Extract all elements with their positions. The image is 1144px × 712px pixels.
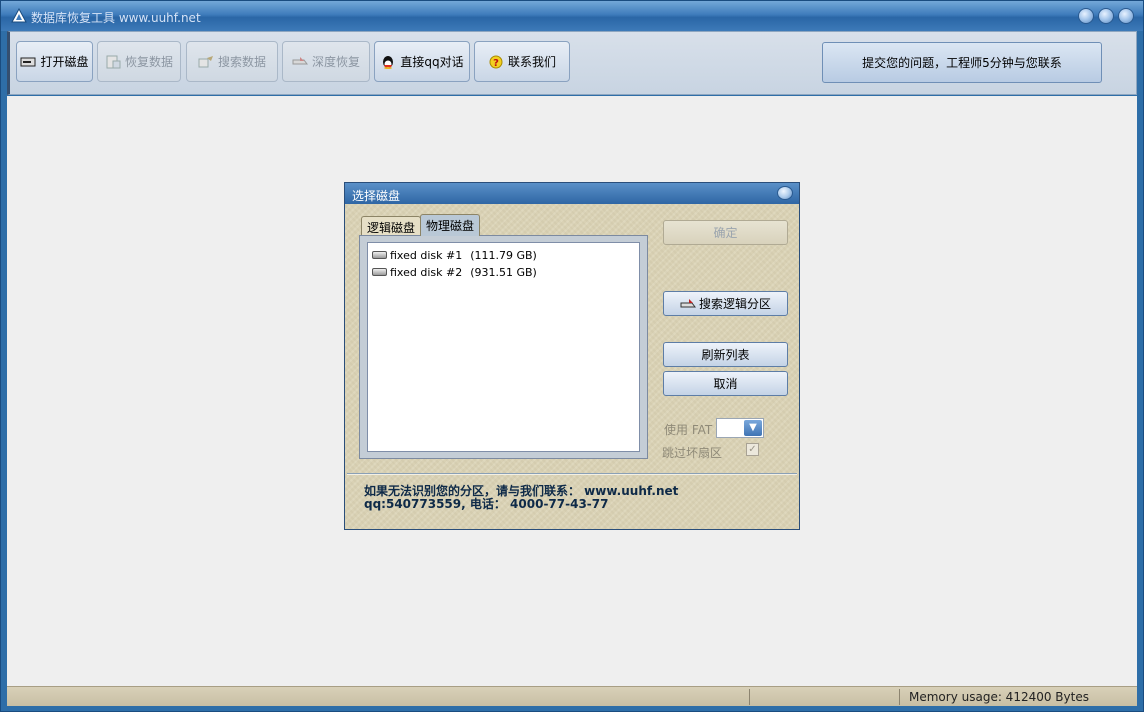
use-fat-label: 使用 FAT [664,423,713,437]
disk-icon [20,57,36,66]
open-disk-button[interactable]: 打开磁盘 [16,41,93,82]
search-data-icon [198,55,213,67]
search-partition-button[interactable]: 搜索逻辑分区 [663,291,788,316]
dialog-title: 选择磁盘 [352,189,401,203]
refresh-list-button[interactable]: 刷新列表 [663,342,788,367]
disk-size: (111.79 GB) [470,248,537,262]
qq-chat-label: 直接qq对话 [400,55,464,69]
list-item-disk-1[interactable]: fixed disk #1 (111.79 GB) [372,247,537,263]
disk-name: fixed disk #2 [390,265,463,279]
chevron-down-icon[interactable]: ▼ [744,420,762,436]
search-partition-icon [680,298,696,307]
help-icon: ? [489,55,503,69]
deep-restore-label: 深度恢复 [311,55,360,69]
window-title: 数据库恢复工具 www.uuhf.net [31,11,201,25]
cancel-label: 取消 [713,377,738,391]
disk-list[interactable]: fixed disk #1 (111.79 GB) fixed disk #2 … [367,242,640,452]
skip-bad-sectors-checkbox[interactable]: ✓ [746,443,759,456]
search-data-label: 搜索数据 [217,55,266,69]
ok-button[interactable]: 确定 [663,220,788,245]
search-data-button[interactable]: 搜索数据 [186,41,278,82]
fat-select[interactable]: ▼ [716,418,764,438]
status-separator [749,689,750,705]
deep-restore-icon [292,56,308,64]
hard-disk-icon [372,251,387,259]
tab-logical-disk[interactable]: 逻辑磁盘 [361,216,422,236]
restore-data-button[interactable]: 恢复数据 [97,41,181,82]
contact-us-label: 联系我们 [507,55,556,69]
title-bar[interactable]: 数据库恢复工具 www.uuhf.net [1,1,1143,31]
hard-disk-icon [372,268,387,276]
maximize-button[interactable] [1098,8,1114,24]
deep-restore-button[interactable]: 深度恢复 [282,41,370,82]
ok-label: 确定 [713,226,738,240]
svg-text:?: ? [493,58,499,69]
submit-question-button[interactable]: 提交您的问题，工程师5分钟与您联系 [822,42,1102,83]
refresh-list-label: 刷新列表 [701,348,750,362]
app-logo-icon [11,8,27,23]
search-partition-label: 搜索逻辑分区 [698,297,771,311]
skip-bad-sectors-label: 跳过坏扇区 [662,446,723,460]
disk-size: (931.51 GB) [470,265,537,279]
contact-us-button[interactable]: ? 联系我们 [474,41,570,82]
toolbar: 打开磁盘 恢复数据 搜索数据 深度恢复 直接qq对话 ? 联系我们 提交您的问题… [7,31,1137,95]
restore-icon [106,55,121,68]
dialog-title-bar[interactable]: 选择磁盘 [345,183,799,204]
status-separator [899,689,900,705]
memory-usage: Memory usage: 412400 Bytes [909,690,1089,704]
contact-line-2: qq:540773559, 电话： 4000-77-43-77 [364,497,609,511]
tab-physical-disk[interactable]: 物理磁盘 [420,214,481,236]
dialog-divider [347,473,797,475]
minimize-button[interactable] [1078,8,1094,24]
dialog-close-button[interactable] [777,186,793,200]
close-button[interactable] [1118,8,1134,24]
disk-name: fixed disk #1 [390,248,463,262]
qq-chat-button[interactable]: 直接qq对话 [374,41,470,82]
list-item-disk-2[interactable]: fixed disk #2 (931.51 GB) [372,264,537,280]
status-bar: Memory usage: 412400 Bytes [7,686,1137,706]
cancel-button[interactable]: 取消 [663,371,788,396]
restore-data-label: 恢复数据 [124,55,173,69]
qq-icon [383,55,394,69]
open-disk-label: 打开磁盘 [40,55,89,69]
